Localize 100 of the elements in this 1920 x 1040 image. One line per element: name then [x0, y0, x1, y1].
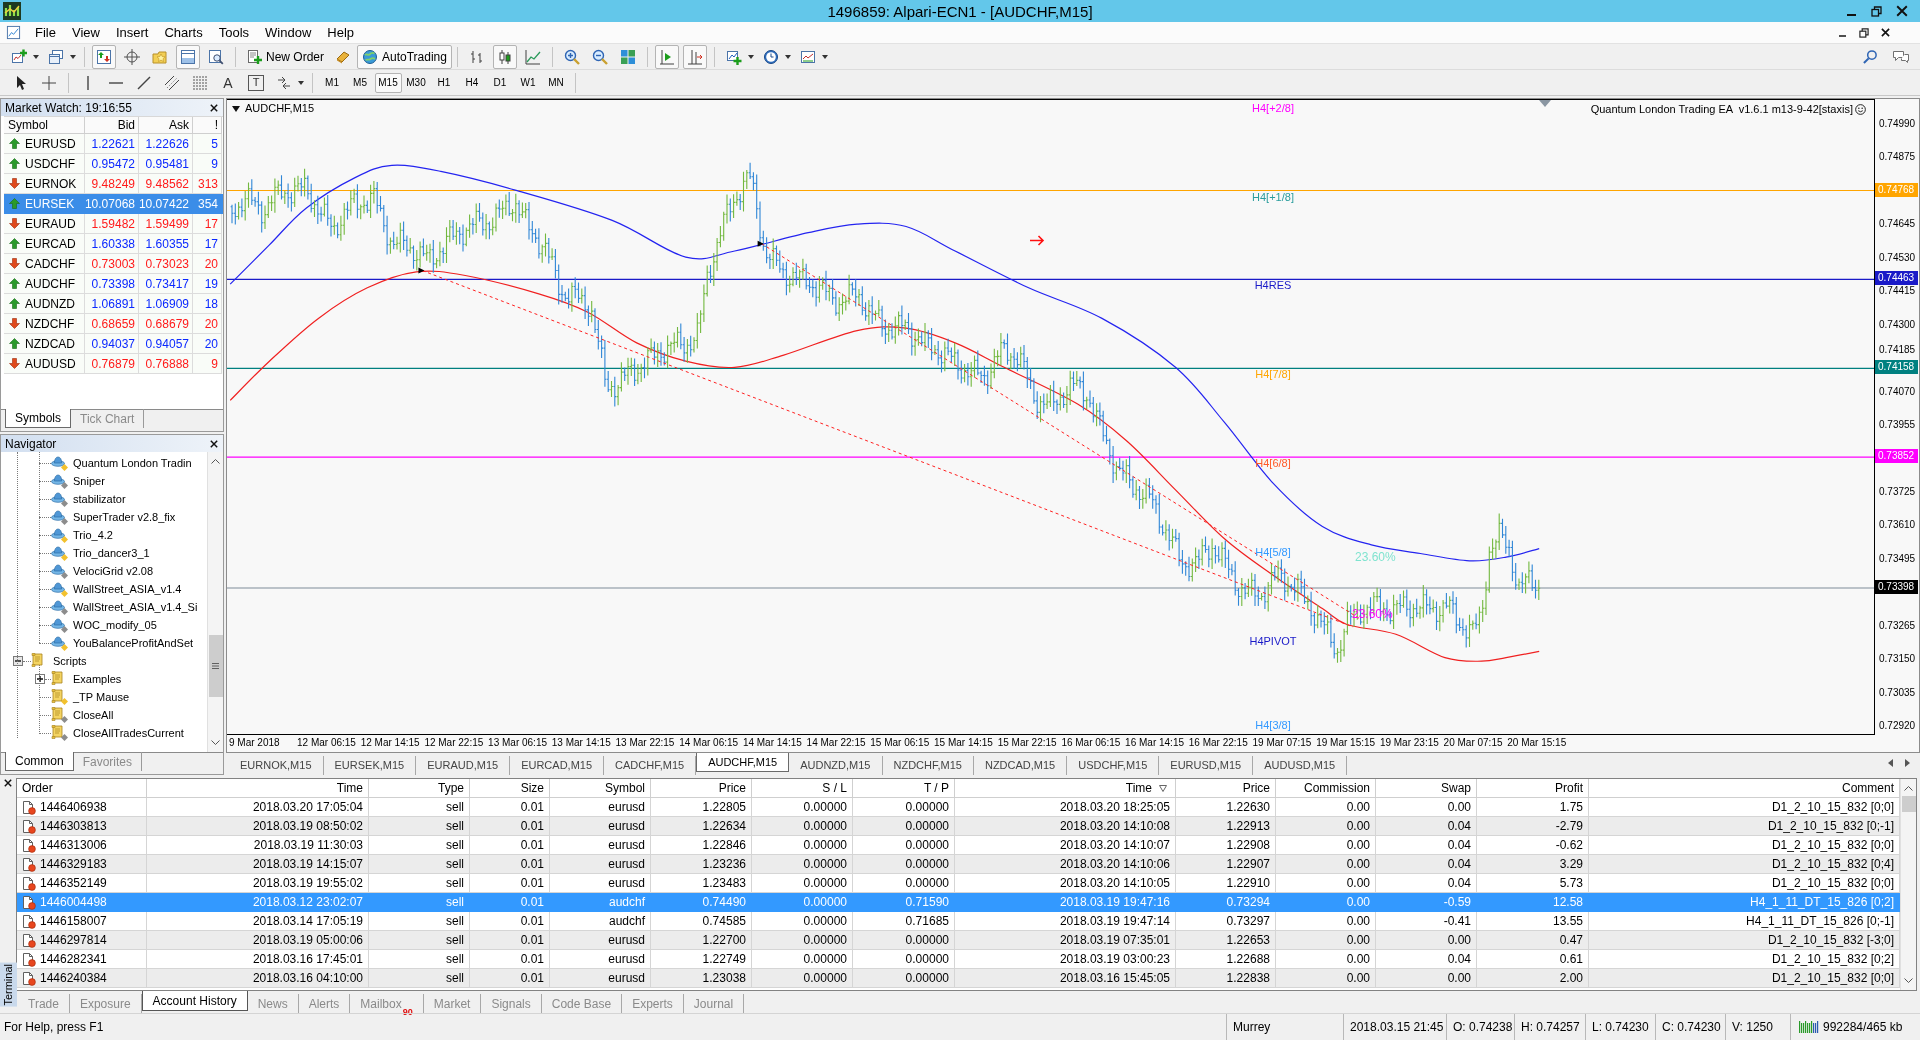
- menu-item[interactable]: Tools: [210, 26, 258, 39]
- tree-item[interactable]: YouBalanceProfitAndSet: [73, 637, 194, 649]
- quote-row[interactable]: CADCHF 0.73003 0.73023 20: [4, 254, 223, 274]
- restore-icon[interactable]: [1871, 5, 1882, 17]
- text-label-tool-button[interactable]: T: [248, 74, 264, 91]
- quote-row[interactable]: NZDCHF 0.68659 0.68679 20: [4, 314, 223, 334]
- window-arrows-icon[interactable]: [92, 44, 116, 69]
- panel-tab[interactable]: Common: [5, 752, 74, 771]
- tree-item[interactable]: Trio_dancer3_1: [73, 547, 150, 559]
- text-tool-button[interactable]: A: [216, 71, 240, 94]
- chart-tab[interactable]: AUDUSD,M15: [1253, 756, 1348, 775]
- quote-row[interactable]: EURUSD 1.22621 1.22626 5: [4, 134, 223, 154]
- column-header[interactable]: Ask: [139, 117, 193, 134]
- timeframe-button[interactable]: W1: [514, 72, 542, 93]
- tree-item[interactable]: VelociGrid v2.08: [73, 565, 154, 577]
- plus-box-icon[interactable]: [35, 674, 45, 684]
- table-row[interactable]: 1446297814 2018.03.19 05:00:06 sell 0.01 eurusd 1.22700 0.00000 0.00000 2018.03.19 07:35:01 1.22653 0.00 0.00 0.47 D1_2_10_15_832 [-3;0]: [17, 931, 1900, 950]
- terminal-tab[interactable]: Account History: [141, 991, 248, 1011]
- close-icon[interactable]: [4, 779, 12, 787]
- close-icon[interactable]: [1896, 5, 1908, 17]
- scroll-down-icon[interactable]: [211, 740, 220, 746]
- quote-row[interactable]: USDCHF 0.95472 0.95481 9: [4, 154, 223, 174]
- new-order-button[interactable]: New Order: [241, 44, 329, 69]
- table-row[interactable]: 1446303813 2018.03.19 08:50:02 sell 0.01 eurusd 1.22634 0.00000 0.00000 2018.03.20 14:10:08 1.22913 0.00 0.04 -2.79 D1_2_10_15_832 [0;-1]: [17, 817, 1900, 836]
- table-row[interactable]: 1446282341 2018.03.16 17:45:01 sell 0.01 eurusd 1.22749 0.00000 0.00000 2018.03.19 03:00:23 1.22688 0.00 0.04 0.61 D1_2_10_15_832 [0;2]: [17, 950, 1900, 969]
- menu-item[interactable]: Insert: [107, 26, 157, 39]
- menu-item[interactable]: Help: [319, 26, 363, 39]
- caret-icon[interactable]: [232, 105, 240, 112]
- scroll-up-icon[interactable]: [211, 458, 220, 464]
- quote-row[interactable]: AUDUSD 0.76879 0.76888 9: [4, 354, 223, 374]
- chart-tab[interactable]: EURAUD,M15: [416, 756, 511, 775]
- menu-item[interactable]: View: [63, 26, 108, 39]
- search-icon[interactable]: [1863, 49, 1878, 64]
- menu-item[interactable]: Window: [257, 26, 320, 39]
- tree-item[interactable]: Quantum London Tradin: [73, 457, 192, 469]
- chart-tab[interactable]: EURSEK,M15: [323, 756, 417, 775]
- scroll-right-icon[interactable]: [1905, 759, 1910, 767]
- chart-tab[interactable]: USDCHF,M15: [1067, 756, 1160, 775]
- chart-tab[interactable]: NZDCHF,M15: [882, 756, 974, 775]
- column-header[interactable]: Bid: [85, 117, 139, 134]
- restore-icon[interactable]: [1859, 27, 1869, 38]
- caret-icon[interactable]: [784, 54, 791, 59]
- tree-item[interactable]: SuperTrader v2.8_fix: [73, 511, 176, 523]
- timeframe-button[interactable]: M5: [346, 72, 374, 93]
- tree-item[interactable]: WallStreet_ASIA_v1.4: [73, 583, 182, 595]
- timeframe-button[interactable]: M30: [402, 72, 430, 93]
- table-row[interactable]: 1446329183 2018.03.19 14:15:07 sell 0.01 eurusd 1.23236 0.00000 0.00000 2018.03.20 14:10:06 1.22907 0.00 0.04 3.29 D1_2_10_15_832 [0;4]: [17, 855, 1900, 874]
- chart-tab[interactable]: AUDNZD,M15: [789, 756, 883, 775]
- quote-row[interactable]: EURCAD 1.60338 1.60355 17: [4, 234, 223, 254]
- caret-icon[interactable]: [33, 54, 39, 59]
- scroll-up-icon[interactable]: [1904, 785, 1913, 791]
- scroll-thumb[interactable]: [1901, 796, 1916, 812]
- tree-item[interactable]: stabilizator: [73, 493, 126, 505]
- caret-icon[interactable]: [298, 80, 304, 85]
- auto-trading-button[interactable]: AutoTrading: [357, 44, 452, 69]
- tree-item[interactable]: CloseAllTradesCurrent: [73, 727, 184, 739]
- scroll-left-icon[interactable]: [1888, 759, 1893, 767]
- timeframe-button[interactable]: H1: [430, 72, 458, 93]
- quote-row[interactable]: NZDCAD 0.94037 0.94057 20: [4, 334, 223, 354]
- chart-tab[interactable]: EURNOK,M15: [229, 756, 324, 775]
- quote-row[interactable]: EURAUD 1.59482 1.59499 17: [4, 214, 223, 234]
- scroll-down-icon[interactable]: [1904, 978, 1913, 984]
- candlestick-icon[interactable]: [492, 44, 517, 69]
- close-icon[interactable]: [1881, 28, 1890, 37]
- quote-row[interactable]: AUDCHF 0.73398 0.73417 19: [4, 274, 223, 294]
- menu-item[interactable]: Charts: [156, 26, 211, 39]
- chart-tab[interactable]: AUDCHF,M15: [696, 753, 790, 772]
- menu-item[interactable]: File: [27, 26, 64, 39]
- tree-item[interactable]: CloseAll: [73, 709, 114, 721]
- table-row[interactable]: 1446240384 2018.03.16 04:10:00 sell 0.01 eurusd 1.23038 0.00000 0.00000 2018.03.16 15:45:05 1.22838 0.00 0.00 2.00 D1_2_10_15_832 [0;0]: [17, 969, 1900, 988]
- panel-window-icon[interactable]: [176, 44, 200, 69]
- timeframe-button[interactable]: D1: [486, 72, 514, 93]
- tree-item[interactable]: Examples: [73, 673, 122, 685]
- tree-item[interactable]: Trio_4.2: [73, 529, 113, 541]
- column-header[interactable]: !: [193, 117, 222, 134]
- chat-bubble-icon[interactable]: [1892, 49, 1910, 64]
- chart-tab[interactable]: NZDCAD,M15: [973, 756, 1068, 775]
- chart-tab[interactable]: EURCAD,M15: [510, 756, 605, 775]
- tree-item[interactable]: _TP Mause: [73, 691, 130, 703]
- chart-tab[interactable]: EURUSD,M15: [1159, 756, 1254, 775]
- close-icon[interactable]: [210, 103, 218, 112]
- quote-row[interactable]: EURNOK 9.48249 9.48562 313: [4, 174, 223, 194]
- tree-item[interactable]: WallStreet_ASIA_v1.4_Si: [73, 601, 198, 613]
- tree-item[interactable]: Sniper: [73, 475, 105, 487]
- caret-icon[interactable]: [70, 54, 76, 59]
- caret-icon[interactable]: [747, 54, 754, 59]
- timeframe-button[interactable]: M1: [318, 72, 346, 93]
- timeframe-button[interactable]: MN: [542, 72, 570, 93]
- panel-tab[interactable]: Symbols: [5, 409, 71, 428]
- quote-row[interactable]: AUDNZD 1.06891 1.06909 18: [4, 294, 223, 314]
- table-row[interactable]: 1446313006 2018.03.19 11:30:03 sell 0.01 eurusd 1.22846 0.00000 0.00000 2018.03.20 14:10:07 1.22908 0.00 0.04 -0.62 D1_2_10_15_832 [0;0]: [17, 836, 1900, 855]
- table-row[interactable]: 1446352149 2018.03.19 19:55:02 sell 0.01 eurusd 1.23483 0.00000 0.00000 2018.03.20 14:10:05 1.22910 0.00 0.04 5.73 D1_2_10_15_832 [0;0]: [17, 874, 1900, 893]
- table-row[interactable]: 1446158007 2018.03.14 17:05:19 sell 0.01 audchf 0.74585 0.00000 0.71685 2018.03.19 19:47:14 0.73297 0.00 -0.41 13.55 H4_1_11_DT_15_826 [0;-1]: [17, 912, 1900, 931]
- tree-item[interactable]: Scripts: [53, 655, 87, 667]
- minus-box-icon[interactable]: [13, 656, 23, 666]
- scroll-thumb[interactable]: [208, 635, 223, 697]
- timeframe-button[interactable]: H4: [458, 72, 486, 93]
- close-icon[interactable]: [210, 439, 218, 448]
- caret-icon[interactable]: [821, 54, 828, 59]
- table-row[interactable]: 1446406938 2018.03.20 17:05:04 sell 0.01 eurusd 1.22805 0.00000 0.00000 2018.03.20 18:25:05 1.22630 0.00 0.00 1.75 D1_2_10_15_832 [0;0]: [17, 798, 1900, 817]
